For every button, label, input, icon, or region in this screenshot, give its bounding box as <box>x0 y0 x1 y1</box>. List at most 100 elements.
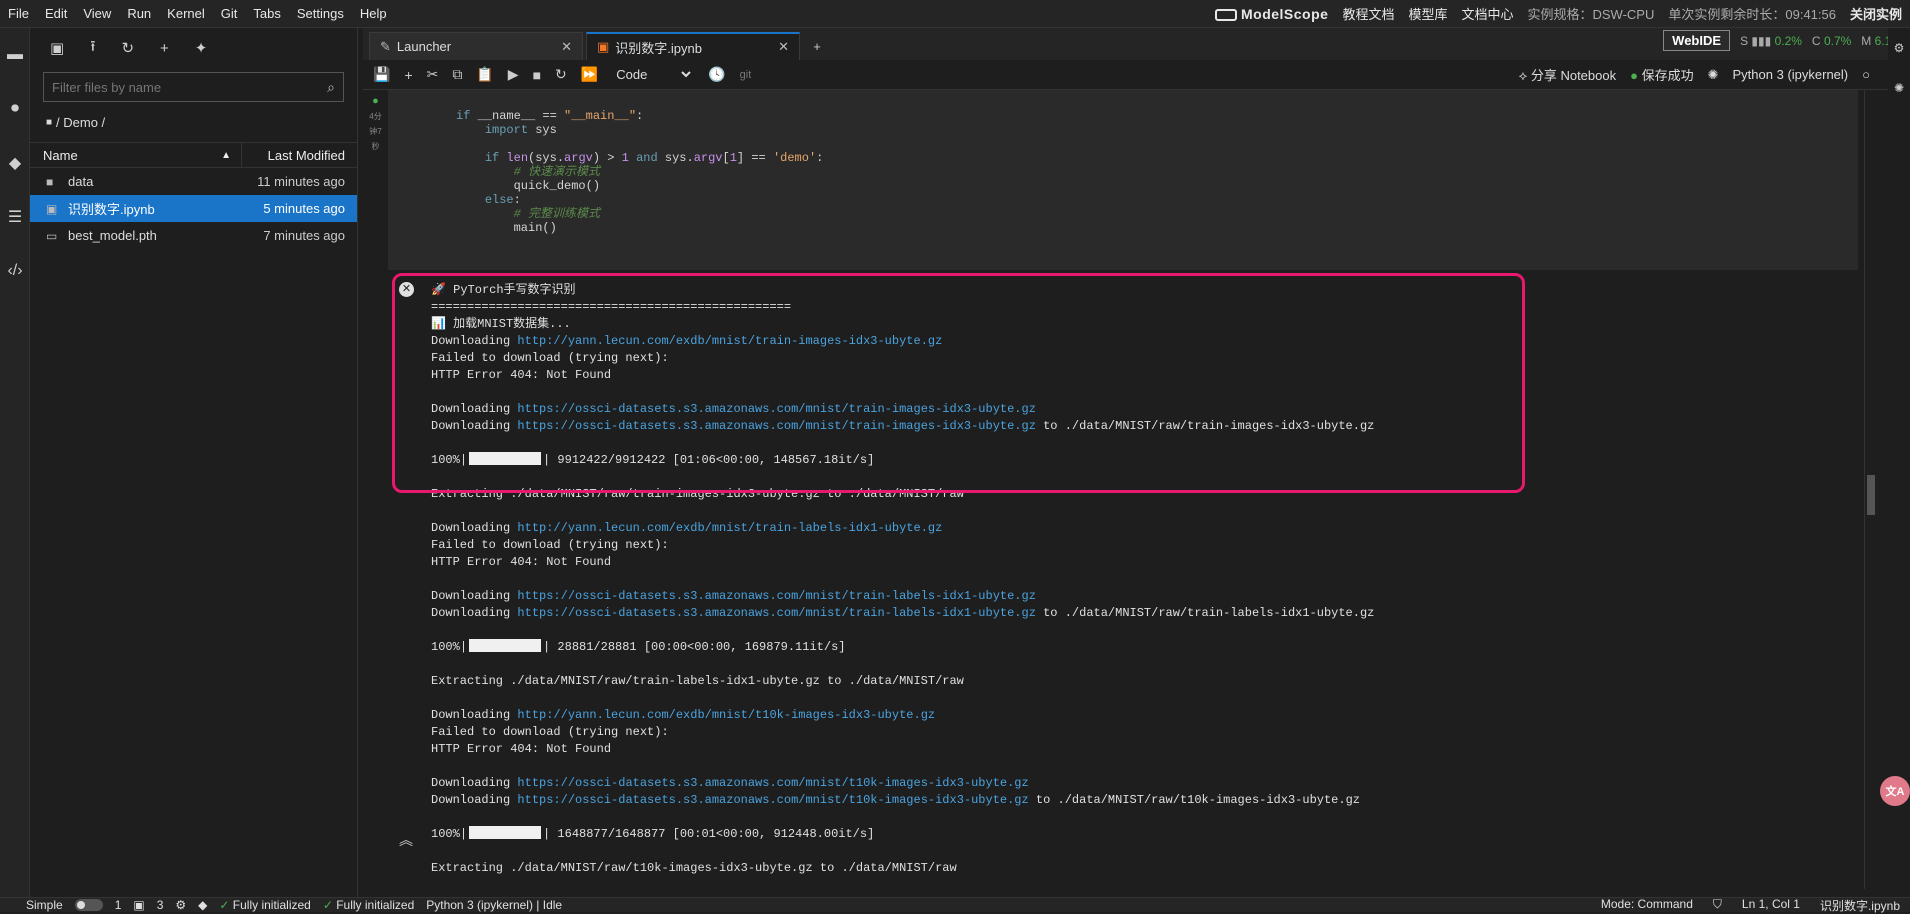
output-suffix: to ./data/MNIST/raw/train-labels-idx1-ub… <box>1035 606 1375 620</box>
code-icon[interactable]: ‹/› <box>0 244 30 298</box>
cut-icon[interactable]: ✂ <box>427 66 439 83</box>
menu-kernel[interactable]: Kernel <box>159 6 213 21</box>
menu-help[interactable]: Help <box>352 6 395 21</box>
debugger-sidebar-icon[interactable]: ✺ <box>1888 68 1910 108</box>
download-link[interactable]: https://ossci-datasets.s3.amazonaws.com/… <box>517 606 1035 620</box>
exec-time-part: 秒 <box>371 142 380 151</box>
current-filename: 识别数字.ipynb <box>1819 898 1900 913</box>
running-icon[interactable]: ⏺ <box>0 82 30 136</box>
git-status-icon[interactable]: ◆ <box>198 898 207 912</box>
breadcrumb-path[interactable]: / Demo / <box>56 115 105 130</box>
toc-icon[interactable]: ☰ <box>0 190 30 244</box>
download-link[interactable]: https://ossci-datasets.s3.amazonaws.com/… <box>517 589 1035 603</box>
cursor-position[interactable]: Ln 1, Col 1 <box>1742 897 1800 914</box>
code-cell[interactable]: if __name__ == "__main__": import sys if… <box>388 90 1858 270</box>
upload-icon[interactable]: ⭱ <box>90 36 95 61</box>
paste-icon[interactable]: 📋 <box>476 66 493 83</box>
output-prefix: Downloading <box>431 589 518 603</box>
code-line: import sys <box>484 123 557 137</box>
close-icon[interactable]: ✕ <box>768 39 789 55</box>
new-folder-icon[interactable]: ▣ <box>50 39 64 57</box>
menu-tabs[interactable]: Tabs <box>245 6 288 21</box>
cell-type-select[interactable]: Code <box>612 66 695 83</box>
file-list-header: Name ▲ Last Modified <box>30 142 357 168</box>
save-status-label: 保存成功 <box>1641 68 1694 83</box>
file-icon: ▭ <box>46 228 58 243</box>
webide-button[interactable]: WebIDE <box>1663 30 1731 51</box>
close-instance-button[interactable]: 关闭实例 <box>1850 4 1902 23</box>
notebook-scrollbar[interactable] <box>1864 90 1876 889</box>
metric-s-label: S <box>1740 33 1749 48</box>
stop-icon[interactable]: ■ <box>533 67 541 83</box>
kernel-status[interactable]: Python 3 (ipykernel) | Idle <box>426 898 562 912</box>
property-inspector-icon[interactable]: ⚙ <box>1888 28 1910 68</box>
run-icon[interactable]: ▶ <box>508 66 519 83</box>
terminal-icon[interactable]: ▣ <box>133 898 144 912</box>
translate-icon[interactable]: 文A <box>1880 776 1910 806</box>
clock-icon[interactable]: 🕓 <box>708 66 725 83</box>
lsp-status-1[interactable]: ✓ Fully initialized <box>219 898 310 912</box>
file-row[interactable]: ■ data 11 minutes ago <box>30 168 357 195</box>
file-row[interactable]: ▭ best_model.pth 7 minutes ago <box>30 222 357 249</box>
git-clone-icon[interactable]: ✦ <box>195 39 208 57</box>
tab-launcher[interactable]: ✎ Launcher ✕ <box>369 32 583 60</box>
output-prefix: Downloading <box>431 521 518 535</box>
download-link[interactable]: https://ossci-datasets.s3.amazonaws.com/… <box>517 776 1028 790</box>
highlight-box <box>392 273 1525 493</box>
folder-icon[interactable]: ▬ <box>0 28 30 82</box>
close-icon[interactable]: ✕ <box>551 39 572 55</box>
launcher-icon: ✎ <box>380 38 391 54</box>
download-link[interactable]: http://yann.lecun.com/exdb/mnist/t10k-im… <box>517 708 935 722</box>
kernel-name[interactable]: Python 3 (ipykernel) <box>1733 67 1849 82</box>
modelscope-logo[interactable]: ModelScope <box>1214 6 1328 22</box>
insert-cell-icon[interactable]: + <box>404 67 412 83</box>
scrollbar-thumb[interactable] <box>1867 475 1875 515</box>
simple-mode-toggle[interactable] <box>74 899 103 911</box>
kernel-sessions-icon[interactable]: ⚙ <box>175 898 186 912</box>
menu-edit[interactable]: Edit <box>37 6 75 21</box>
add-tab-icon[interactable]: + <box>805 34 829 58</box>
file-browser: ▣ ⭱ ↻ + ✦ ⌕ ■ / Demo / Name ▲ Last Modifi… <box>30 28 358 897</box>
download-line: Downloading https://ossci-datasets.s3.am… <box>431 792 1851 809</box>
link-tutorial[interactable]: 教程文档 <box>1342 4 1394 23</box>
share-notebook-button[interactable]: ⟡ 分享 Notebook <box>1519 65 1616 84</box>
run-all-icon[interactable]: ⏩ <box>581 66 598 83</box>
menu-settings[interactable]: Settings <box>289 6 352 21</box>
lsp-status-2[interactable]: ✓ Fully initialized <box>323 898 414 912</box>
column-last-modified[interactable]: Last Modified <box>242 143 357 167</box>
menu-view[interactable]: View <box>75 6 119 21</box>
link-models[interactable]: 模型库 <box>1408 4 1447 23</box>
git-diff-label[interactable]: git <box>740 69 752 81</box>
notebook-panel[interactable]: ● 4分 钟7 秒 if __name__ == "__main__": imp… <box>363 90 1858 889</box>
breadcrumb[interactable]: ■ / Demo / <box>30 102 357 142</box>
lsp-status-1-label: Fully initialized <box>232 898 311 912</box>
menu-git[interactable]: Git <box>213 6 246 21</box>
restart-icon[interactable]: ↻ <box>555 66 567 83</box>
save-icon[interactable]: 💾 <box>373 66 390 83</box>
debugger-icon[interactable]: ✺ <box>1708 67 1719 83</box>
right-sidebar: ⚙ ✺ <box>1888 28 1910 897</box>
file-search-input[interactable] <box>52 79 328 95</box>
close-circle-icon[interactable]: ✕ <box>399 282 414 297</box>
git-icon[interactable]: ◆ <box>0 136 30 190</box>
link-docs[interactable]: 文档中心 <box>1461 4 1513 23</box>
download-link[interactable]: https://ossci-datasets.s3.amazonaws.com/… <box>517 793 1028 807</box>
file-name: 识别数字.ipynb <box>68 202 155 217</box>
code-line: # 快速演示模式 <box>456 165 601 179</box>
code-line: if len(sys.argv) > 1 and sys.argv[1] == … <box>484 151 824 165</box>
download-link[interactable]: http://yann.lecun.com/exdb/mnist/train-l… <box>517 521 942 535</box>
tab-notebook[interactable]: ▣ 识别数字.ipynb ✕ <box>586 32 800 60</box>
shield-icon[interactable]: ⛉ <box>1713 897 1722 914</box>
refresh-icon[interactable]: ↻ <box>121 39 134 57</box>
column-name[interactable]: Name ▲ <box>30 143 242 167</box>
new-launcher-icon[interactable]: + <box>160 40 169 57</box>
collapse-output-icon[interactable]: ︽ <box>399 830 413 850</box>
output-line: Extracting ./data/MNIST/raw/t10k-images-… <box>431 861 957 875</box>
file-row[interactable]: ▣ 识别数字.ipynb 5 minutes ago <box>30 195 357 222</box>
copy-icon[interactable]: ⧉ <box>452 66 462 83</box>
file-search-box: ⌕ <box>43 72 344 102</box>
menu-run[interactable]: Run <box>119 6 159 21</box>
menu-file[interactable]: File <box>0 6 37 21</box>
